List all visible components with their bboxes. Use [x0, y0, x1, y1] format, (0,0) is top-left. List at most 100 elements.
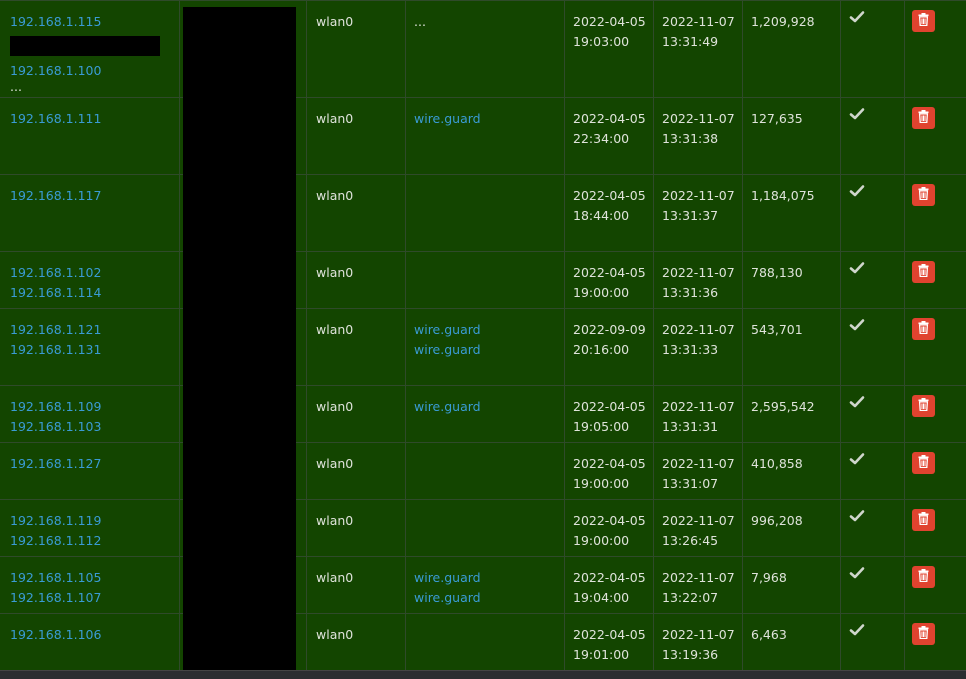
ip-address-link[interactable]: 192.168.1.102	[10, 263, 101, 283]
last-seen: 2022-11-07 13:22:07	[662, 568, 735, 608]
ip-address-link[interactable]: 192.168.1.131	[10, 340, 101, 360]
last-seen-part: 13:31:38	[662, 131, 719, 146]
last-seen-part: 2022-11-07	[662, 513, 735, 528]
hostname[interactable]: wire.guard	[414, 340, 481, 360]
cell-iface	[306, 557, 307, 613]
ip-address-list: 192.168.1.109 192.168.1.103	[10, 397, 101, 437]
cell-last	[653, 175, 654, 251]
ip-address-link[interactable]: 192.168.1.106	[10, 625, 101, 645]
last-seen: 2022-11-07 13:31:37	[662, 186, 735, 226]
cell-action	[904, 98, 905, 174]
cell-action	[904, 1, 905, 97]
hostname-list: wire.guard	[414, 109, 481, 129]
cell-first	[564, 443, 565, 499]
check-icon	[849, 452, 865, 466]
first-seen: 2022-04-05 19:00:00	[573, 263, 646, 303]
first-seen: 2022-04-05 19:00:00	[573, 511, 646, 551]
ip-address-link[interactable]: 192.168.1.103	[10, 417, 101, 437]
cell-last	[653, 252, 654, 308]
ip-address-list: 192.168.1.111	[10, 109, 101, 129]
first-seen-part: 2022-04-05	[573, 570, 646, 585]
ip-address-link[interactable]: 192.168.1.112	[10, 531, 101, 551]
delete-button[interactable]	[912, 261, 935, 283]
cell-action	[904, 175, 905, 251]
first-seen-part: 2022-04-05	[573, 513, 646, 528]
trash-icon	[918, 398, 929, 414]
check-icon	[849, 318, 865, 332]
cell-count	[742, 614, 743, 670]
table-row: 192.168.1.109 192.168.1.103 wlan0 wire.guar…	[0, 385, 966, 442]
last-seen: 2022-11-07 13:26:45	[662, 511, 735, 551]
ip-address-link[interactable]: 192.168.1.111	[10, 109, 101, 129]
hostname[interactable]: wire.guard	[414, 588, 481, 608]
hostname[interactable]: wire.guard	[414, 109, 481, 129]
last-seen-part: 13:31:36	[662, 285, 719, 300]
last-seen: 2022-11-07 13:31:49	[662, 12, 735, 52]
delete-button[interactable]	[912, 566, 935, 588]
ip-address-link[interactable]: 192.168.1.121	[10, 320, 101, 340]
query-count: 788,130	[751, 265, 803, 280]
ip-address-link[interactable]: 192.168.1.105	[10, 568, 101, 588]
interface-name: wlan0	[316, 399, 354, 414]
cell-status	[840, 557, 841, 613]
delete-button[interactable]	[912, 395, 935, 417]
check-icon	[849, 184, 865, 198]
delete-button[interactable]	[912, 318, 935, 340]
cell-count	[742, 386, 743, 442]
cell-status	[840, 252, 841, 308]
cell-iface	[306, 98, 307, 174]
first-seen: 2022-04-05 19:01:00	[573, 625, 646, 665]
first-seen-part: 20:16:00	[573, 342, 630, 357]
last-seen-part: 2022-11-07	[662, 322, 735, 337]
table-row: 192.168.1.117 wlan0 2022-04-05 18:44:00 2022…	[0, 174, 966, 251]
table-row: 192.168.1.102 192.168.1.114 wlan0 2022-04-0…	[0, 251, 966, 308]
hostname[interactable]: wire.guard	[414, 397, 481, 417]
last-seen: 2022-11-07 13:31:07	[662, 454, 735, 494]
cell-iface	[306, 175, 307, 251]
last-seen-part: 2022-11-07	[662, 14, 735, 29]
delete-button[interactable]	[912, 452, 935, 474]
cell-first	[564, 252, 565, 308]
query-count: 1,184,075	[751, 188, 815, 203]
cell-status	[840, 1, 841, 97]
delete-button[interactable]	[912, 509, 935, 531]
interface-name: wlan0	[316, 513, 354, 528]
table-row: 192.168.1.115 192.168.1.100... wlan0... 202…	[0, 0, 966, 97]
cell-first	[564, 175, 565, 251]
last-seen-part: 13:22:07	[662, 590, 719, 605]
ip-address-link[interactable]: 192.168.1.107	[10, 588, 101, 608]
clients-table: 192.168.1.115 192.168.1.100... wlan0... 202…	[0, 0, 966, 670]
query-count: 7,968	[751, 570, 787, 585]
cell-last	[653, 557, 654, 613]
hostname[interactable]: wire.guard	[414, 320, 481, 340]
check-icon	[849, 107, 865, 121]
cell-status	[840, 614, 841, 670]
cell-mac	[179, 98, 180, 174]
ip-address-link[interactable]: 192.168.1.115	[10, 12, 160, 32]
cell-action	[904, 557, 905, 613]
delete-button[interactable]	[912, 184, 935, 206]
last-seen-part: 2022-11-07	[662, 456, 735, 471]
redaction-bar	[10, 36, 160, 56]
ip-address-list: 192.168.1.106	[10, 625, 101, 645]
table-row: 192.168.1.106 wlan0 2022-04-05 19:01:00 2022…	[0, 613, 966, 670]
last-seen-part: 13:31:31	[662, 419, 719, 434]
table-row: 192.168.1.119 192.168.1.112 wlan0 2022-04-0…	[0, 499, 966, 556]
ip-address-link[interactable]: 192.168.1.119	[10, 511, 101, 531]
ip-address-link[interactable]: 192.168.1.127	[10, 454, 101, 474]
query-count: 127,635	[751, 111, 803, 126]
ip-address-link[interactable]: 192.168.1.117	[10, 186, 101, 206]
trash-icon	[918, 626, 929, 642]
hostname[interactable]: wire.guard	[414, 568, 481, 588]
ip-address-link[interactable]: 192.168.1.109	[10, 397, 101, 417]
delete-button[interactable]	[912, 623, 935, 645]
ip-address-list: 192.168.1.127	[10, 454, 101, 474]
hostname-list: wire.guard wire.guard	[414, 320, 481, 360]
delete-button[interactable]	[912, 10, 935, 32]
interface-name: wlan0	[316, 111, 354, 126]
delete-button[interactable]	[912, 107, 935, 129]
ip-address-link[interactable]: 192.168.1.114	[10, 283, 101, 303]
cell-count	[742, 175, 743, 251]
cell-status	[840, 175, 841, 251]
trash-icon	[918, 110, 929, 126]
